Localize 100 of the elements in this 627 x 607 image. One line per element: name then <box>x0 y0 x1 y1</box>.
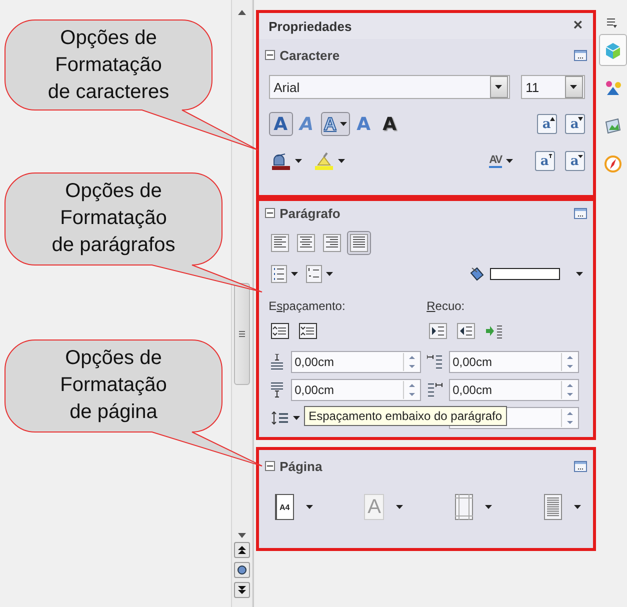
bold-button[interactable]: A <box>268 112 293 136</box>
bullet-list-icon <box>270 265 287 283</box>
align-justify-button[interactable] <box>346 231 371 255</box>
picture-icon <box>604 117 622 135</box>
section-title: Página <box>280 458 322 474</box>
numbered-list-button[interactable] <box>304 263 335 285</box>
close-button[interactable]: × <box>571 17 585 35</box>
line-spacing-icon <box>270 411 289 425</box>
more-options-button[interactable] <box>574 50 587 60</box>
increase-spacing-icon <box>270 323 289 339</box>
previous-page-button[interactable] <box>234 542 250 558</box>
decrease-indent-icon <box>456 323 475 339</box>
margins-button[interactable] <box>452 492 494 522</box>
line-spacing-button[interactable] <box>268 409 302 427</box>
numbered-list-icon <box>306 265 322 283</box>
caret-icon <box>306 505 313 509</box>
caret-icon <box>495 85 502 89</box>
indent-label: Recuo: <box>426 299 466 313</box>
double-down-arrow-icon <box>236 585 247 595</box>
section-title: Caractere <box>280 48 340 62</box>
font-color-icon <box>270 152 291 170</box>
navigation-button[interactable] <box>234 562 250 578</box>
strikethrough-button[interactable]: A <box>352 112 376 136</box>
scroll-up-arrow-icon[interactable] <box>238 10 246 15</box>
caret-icon <box>574 505 581 509</box>
columns-button[interactable] <box>542 492 583 522</box>
decrease-spacing-button[interactable] <box>296 321 319 341</box>
more-options-button[interactable] <box>574 460 587 472</box>
above-spacing-icon <box>268 354 285 370</box>
caret-icon <box>292 416 300 420</box>
caret-icon <box>290 272 298 276</box>
tooltip: Espaçamento embaixo do parágrafo <box>304 406 508 426</box>
scrollbar[interactable] <box>230 0 253 607</box>
caret-icon <box>570 85 578 89</box>
collapse-icon[interactable] <box>264 461 275 471</box>
spacing-label: Espaçamento: <box>268 299 346 313</box>
superscript-button[interactable]: a <box>534 151 555 171</box>
caret-icon <box>396 505 404 509</box>
panel-title: Propriedades <box>268 18 352 34</box>
grow-font-button[interactable]: a <box>536 114 557 134</box>
scroll-down-arrow-icon[interactable] <box>238 533 246 538</box>
caret-icon <box>294 159 302 163</box>
increase-indent-icon <box>428 323 447 339</box>
spin-field[interactable]: 0,00cm <box>448 351 579 373</box>
decrease-spacing-icon <box>298 323 317 339</box>
page-margins-icon <box>454 494 473 520</box>
shapes-icon <box>604 79 622 97</box>
align-center-icon <box>296 234 315 252</box>
page-size-button[interactable]: A4 <box>272 492 315 522</box>
caret-icon <box>576 272 583 276</box>
callout-text: Opções de Formatação de caracteres <box>48 26 170 105</box>
increase-spacing-button[interactable] <box>268 321 291 341</box>
down-triangle-icon <box>578 117 583 121</box>
subscript-button[interactable]: a <box>564 151 585 171</box>
caret-icon <box>484 505 492 509</box>
caret-icon <box>506 159 513 163</box>
font-name-dropdown[interactable]: Arial <box>268 75 510 99</box>
next-page-button[interactable] <box>234 582 250 598</box>
scroll-thumb[interactable] <box>234 283 250 385</box>
callout-text: Opções de Formatação de página <box>60 346 167 425</box>
increase-indent-button[interactable] <box>426 321 449 341</box>
decrease-indent-button[interactable] <box>454 321 477 341</box>
spin-field[interactable]: 0,00cm <box>448 379 579 401</box>
shadow-button[interactable]: A <box>378 112 402 136</box>
before-indent-icon <box>426 354 443 370</box>
shrink-font-button[interactable]: a <box>564 114 585 134</box>
compass-icon <box>604 155 622 173</box>
caret-icon <box>338 159 345 163</box>
character-spacing-button[interactable]: AV <box>487 152 515 170</box>
caret-icon <box>340 122 347 126</box>
below-spacing-icon <box>268 382 285 398</box>
align-justify-icon <box>350 234 368 252</box>
font-size-dropdown[interactable]: 11 <box>520 75 585 99</box>
circle-icon <box>236 565 247 575</box>
paint-bucket-icon <box>468 266 484 282</box>
collapse-icon[interactable] <box>264 50 275 60</box>
section-title: Parágrafo <box>280 206 340 220</box>
after-indent-icon <box>426 382 443 398</box>
caret-icon <box>326 272 333 276</box>
page-lines-icon <box>544 494 562 520</box>
collapse-icon[interactable] <box>264 208 275 218</box>
align-center-button[interactable] <box>294 232 317 254</box>
align-left-button[interactable] <box>268 232 291 254</box>
highlighter-icon <box>314 152 334 170</box>
align-right-button[interactable] <box>320 232 343 254</box>
down-triangle-icon <box>578 154 583 158</box>
up-arrow-icon <box>548 154 553 158</box>
hanging-indent-icon <box>484 323 503 339</box>
spin-field[interactable]: 0,00cm <box>290 379 421 401</box>
up-triangle-icon <box>550 117 555 121</box>
cube-icon <box>604 41 622 59</box>
double-up-arrow-icon <box>236 545 247 555</box>
align-left-icon <box>270 234 289 252</box>
callout-text: Opções de Formatação de parágrafos <box>52 179 176 258</box>
bullet-list-button[interactable] <box>268 263 300 285</box>
align-right-icon <box>322 234 341 252</box>
more-options-button[interactable] <box>574 208 587 218</box>
grip-icon <box>238 331 245 337</box>
spin-field[interactable]: 0,00cm <box>290 351 421 373</box>
sidebar-menu-icon[interactable] <box>606 18 617 28</box>
